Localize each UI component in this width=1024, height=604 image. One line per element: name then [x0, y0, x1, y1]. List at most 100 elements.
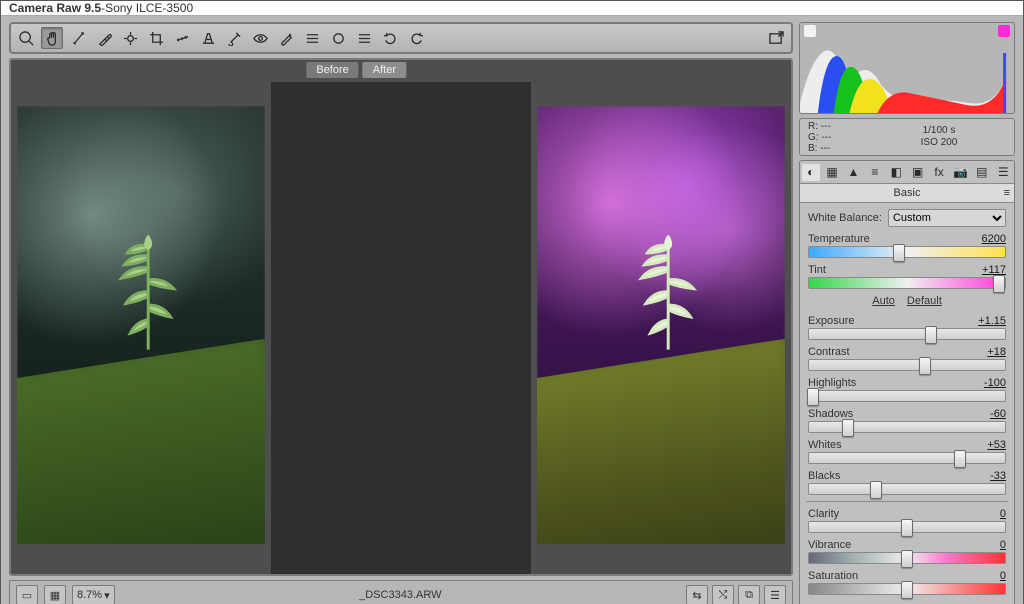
vibrance-thumb[interactable] — [901, 550, 913, 568]
saturation-label: Saturation — [808, 570, 858, 582]
saturation-value[interactable]: 0 — [1000, 570, 1006, 582]
vibrance-label: Vibrance — [808, 539, 851, 551]
before-tab[interactable]: Before — [306, 62, 358, 78]
saturation-thumb[interactable] — [901, 581, 913, 599]
saturation-slider[interactable]: Saturation 0 — [808, 570, 1006, 595]
copy-settings[interactable]: ⧉ — [738, 585, 760, 604]
after-pane[interactable] — [531, 82, 791, 574]
readout-iso: ISO 200 — [864, 137, 1014, 149]
info-readout: R: --- G: --- B: --- 1/100 s ISO 200 — [799, 118, 1015, 156]
whites-slider[interactable]: Whites +53 — [808, 439, 1006, 464]
snapshots-tab[interactable]: ☰ — [994, 164, 1012, 180]
blacks-slider[interactable]: Blacks -33 — [808, 470, 1006, 495]
presets-tab[interactable]: ▤ — [973, 164, 991, 180]
before-pane[interactable] — [11, 82, 271, 574]
clarity-value[interactable]: 0 — [1000, 508, 1006, 520]
targeted-adjustment-tool[interactable] — [119, 27, 141, 49]
vibrance-value[interactable]: 0 — [1000, 539, 1006, 551]
temperature-label: Temperature — [808, 233, 870, 245]
white-balance-select[interactable]: Custom — [888, 209, 1006, 227]
zoom-level[interactable]: 8.7% ▾ — [72, 585, 115, 604]
readout-b: B: --- — [808, 143, 864, 154]
current-filename: _DSC3343.ARW — [121, 589, 680, 601]
exposure-value[interactable]: +1.15 — [978, 315, 1006, 327]
vibrance-slider[interactable]: Vibrance 0 — [808, 539, 1006, 564]
highlights-thumb[interactable] — [807, 388, 819, 406]
blacks-value[interactable]: -33 — [990, 470, 1006, 482]
white-balance-tool[interactable] — [67, 27, 89, 49]
graduated-filter-tool[interactable] — [301, 27, 323, 49]
basic-tab[interactable]: ◐ — [802, 164, 820, 180]
transform-tool[interactable] — [197, 27, 219, 49]
straighten-tool[interactable] — [171, 27, 193, 49]
rotate-ccw-tool[interactable] — [379, 27, 401, 49]
preview-preferences[interactable]: ☰ — [764, 585, 786, 604]
hand-tool[interactable] — [41, 27, 63, 49]
exposure-slider[interactable]: Exposure +1.15 — [808, 315, 1006, 340]
swap-before-after[interactable]: ⤭ — [712, 585, 734, 604]
histogram[interactable] — [799, 22, 1015, 114]
exposure-label: Exposure — [808, 315, 854, 327]
contrast-label: Contrast — [808, 346, 850, 358]
lens-corrections-tab[interactable]: ▣ — [909, 164, 927, 180]
chevron-down-icon: ▾ — [104, 589, 110, 602]
preferences-tool[interactable] — [353, 27, 375, 49]
contrast-thumb[interactable] — [919, 357, 931, 375]
color-sampler-tool[interactable] — [93, 27, 115, 49]
blacks-thumb[interactable] — [870, 481, 882, 499]
shadows-value[interactable]: -60 — [990, 408, 1006, 420]
before-after-mode[interactable]: ⇆ — [686, 585, 708, 604]
auto-link[interactable]: Auto — [872, 295, 895, 307]
shadows-slider[interactable]: Shadows-60 — [808, 408, 1006, 433]
white-balance-label: White Balance: — [808, 212, 882, 224]
zoom-tool[interactable] — [15, 27, 37, 49]
shadows-thumb[interactable] — [842, 419, 854, 437]
filmstrip-toggle[interactable]: ▭ — [16, 585, 38, 604]
readout-r: R: --- — [808, 121, 864, 132]
basic-panel-header: Basic ≡ — [800, 183, 1014, 203]
preview-area[interactable]: Before After — [9, 58, 793, 576]
contrast-slider[interactable]: Contrast +18 — [808, 346, 1006, 371]
whites-thumb[interactable] — [954, 450, 966, 468]
tint-thumb[interactable] — [993, 275, 1005, 293]
tint-label: Tint — [808, 264, 826, 276]
tint-slider[interactable]: Tint+117 — [808, 264, 1006, 289]
radial-filter-tool[interactable] — [327, 27, 349, 49]
readout-shutter: 1/100 s — [864, 125, 1014, 137]
highlights-slider[interactable]: Highlights-100 — [808, 377, 1006, 402]
effects-tab[interactable]: fx — [930, 164, 948, 180]
readout-g: G: --- — [808, 132, 864, 143]
clarity-slider[interactable]: Clarity 0 — [808, 508, 1006, 533]
highlights-value[interactable]: -100 — [984, 377, 1006, 389]
blacks-label: Blacks — [808, 470, 840, 482]
detail-tab[interactable]: ▲ — [844, 164, 862, 180]
default-link[interactable]: Default — [907, 295, 942, 307]
title-bar: Camera Raw 9.5 - Sony ILCE-3500 — [1, 1, 1023, 16]
crop-tool[interactable] — [145, 27, 167, 49]
temperature-value[interactable]: 6200 — [982, 233, 1006, 245]
grid-toggle[interactable]: ▦ — [44, 585, 66, 604]
after-tab[interactable]: After — [363, 62, 406, 78]
red-eye-tool[interactable] — [249, 27, 271, 49]
exposure-thumb[interactable] — [925, 326, 937, 344]
top-toolbar — [9, 22, 793, 54]
rotate-cw-tool[interactable] — [405, 27, 427, 49]
camera-calibration-tab[interactable]: 📷 — [951, 164, 969, 180]
clarity-label: Clarity — [808, 508, 839, 520]
panel-tab-strip: ◐▦▲≡◧▣fx📷▤☰ — [800, 161, 1014, 183]
split-toning-tab[interactable]: ◧ — [887, 164, 905, 180]
spot-removal-tool[interactable] — [223, 27, 245, 49]
toggle-fullscreen[interactable] — [765, 27, 787, 49]
temperature-slider[interactable]: Temperature 6200 — [808, 233, 1006, 258]
basic-panel: White Balance: Custom Temperature 6200 Tin… — [800, 203, 1014, 604]
whites-value[interactable]: +53 — [987, 439, 1006, 451]
adjustment-brush-tool[interactable] — [275, 27, 297, 49]
hsl-tab[interactable]: ≡ — [866, 164, 884, 180]
clarity-thumb[interactable] — [901, 519, 913, 537]
whites-label: Whites — [808, 439, 842, 451]
contrast-value[interactable]: +18 — [987, 346, 1006, 358]
tone-curve-tab[interactable]: ▦ — [823, 164, 841, 180]
app-name: Camera Raw 9.5 — [9, 1, 101, 15]
temperature-thumb[interactable] — [893, 244, 905, 262]
panel-menu-icon[interactable]: ≡ — [1004, 187, 1010, 199]
